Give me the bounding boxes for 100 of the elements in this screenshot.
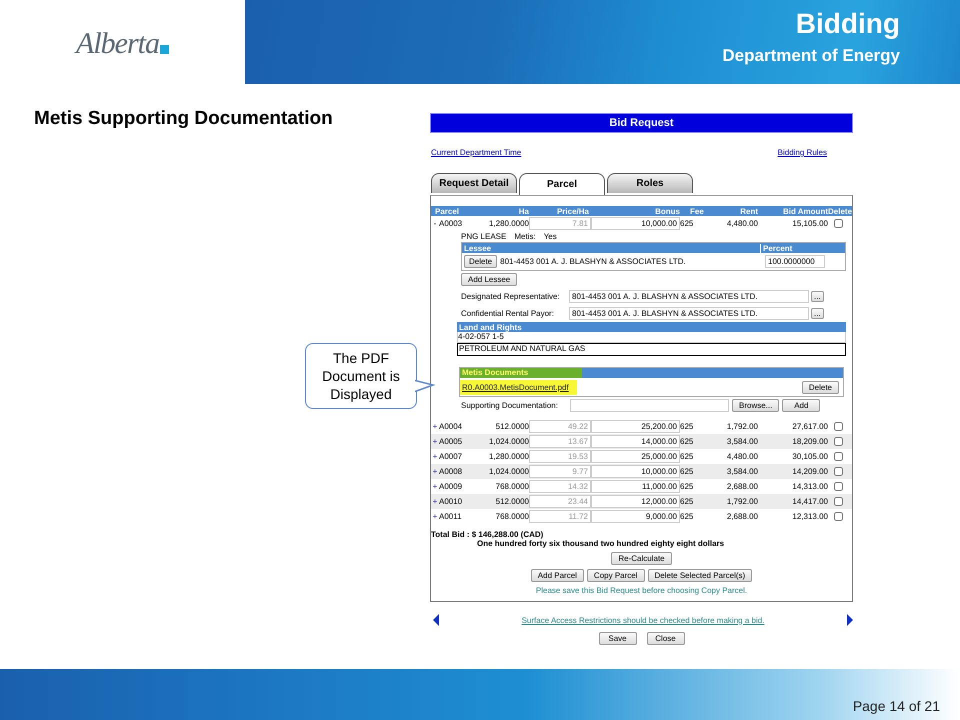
note-text: Please save this Bid Request before choosing Copy Parcel. (534, 586, 748, 595)
bonus-field[interactable]: 10,000.00 (591, 465, 680, 478)
table-cell-text: 2,688.00 (726, 512, 758, 521)
section-header: Metis Documents (460, 368, 582, 378)
checkbox[interactable] (834, 452, 843, 461)
bonus-field[interactable]: 25,000.00 (591, 450, 680, 463)
column-header: Fee (689, 206, 705, 216)
button[interactable]: Add Parcel (530, 569, 584, 582)
metis-label: Metis: (514, 232, 536, 240)
table-cell-text: 18,209.00 (791, 437, 828, 446)
table-cell-text: A0004 (439, 422, 464, 431)
bonus-field[interactable]: 9,000.00 (591, 510, 680, 523)
expand-toggle[interactable]: + (431, 437, 439, 446)
callout-pointer-icon (415, 379, 435, 393)
table-cell-text: 625 (680, 482, 694, 491)
table-cell-text: 1,024.0000 (488, 437, 529, 446)
table-cell-text: 2,688.00 (726, 482, 758, 491)
table-cell-text: 1,792.00 (726, 422, 758, 431)
lessee-name: 801-4453 001 A. J. BLASHYN & ASSOCIATES LTD. (500, 257, 687, 266)
table-cell-text: 12,313.00 (791, 512, 828, 521)
expand-toggle[interactable]: + (431, 422, 439, 431)
column-header: Ha (518, 206, 529, 216)
checkbox[interactable] (834, 482, 843, 491)
button[interactable]: Close (646, 632, 684, 645)
link[interactable]: Bidding Rules (778, 148, 827, 173)
field-label: Supporting Documentation: (461, 401, 559, 410)
link[interactable]: Surface Access Restrictions should be checked before making a bid. (522, 616, 764, 624)
table-cell-text: 625 (680, 422, 694, 431)
table-cell-text: A0003 (439, 219, 464, 228)
bonus-field[interactable]: 12,000.00 (591, 495, 680, 508)
expand-toggle[interactable]: + (431, 452, 439, 461)
button[interactable]: Save (598, 632, 636, 645)
table-cell-text: 3,584.00 (726, 467, 758, 476)
button[interactable]: Re-Calculate (611, 552, 672, 565)
tab[interactable]: Parcel (519, 173, 605, 195)
column-header: Rent (739, 206, 758, 216)
table-cell-text: 512.0000 (494, 422, 529, 431)
column-header: Price/Ha (556, 206, 590, 216)
table-cell-text: 30,105.00 (791, 452, 828, 461)
file-link[interactable]: R0.A0003.MetisDocument.pdf (460, 380, 577, 394)
left-arrow-icon (433, 614, 439, 626)
table-cell-text: 14,417.00 (791, 497, 828, 506)
total-words: One hundred forty six thousand two hundred eighty eight dollars (476, 539, 726, 548)
button[interactable]: Delete (464, 255, 498, 268)
section-header: Land and Rights (457, 322, 846, 332)
table-cell-text: 14,209.00 (791, 467, 828, 476)
input-field[interactable]: 801-4453 001 A. J. BLASHYN & ASSOCIATES LTD. (569, 306, 809, 320)
table-cell-text: 3,584.00 (726, 437, 758, 446)
button[interactable]: Browse... (732, 399, 780, 412)
link[interactable]: Current Department Time (431, 148, 522, 173)
checkbox[interactable] (834, 219, 843, 228)
button[interactable]: ... (811, 308, 824, 318)
checkbox[interactable] (834, 467, 843, 476)
app-title-bar: Bid Request (430, 113, 853, 133)
button[interactable]: Copy Parcel (586, 569, 644, 582)
slide-title: Metis Supporting Documentation (34, 108, 334, 130)
table-cell-text: A0007 (439, 452, 464, 461)
checkbox[interactable] (834, 497, 843, 506)
column-header: Delete (828, 206, 852, 216)
tab[interactable]: Roles (607, 173, 693, 193)
right-arrow-icon (846, 614, 853, 626)
callout: The PDF Document is Displayed (305, 343, 417, 409)
table-cell-text: 625 (680, 437, 694, 446)
expand-toggle[interactable]: + (431, 512, 439, 521)
button[interactable]: Add (782, 399, 820, 412)
expand-toggle[interactable]: - (431, 219, 439, 228)
table-cell-text: 625 (680, 512, 694, 521)
checkbox[interactable] (834, 437, 843, 446)
bonus-field[interactable]: 14,000.00 (591, 435, 680, 448)
bonus-field[interactable]: 11,000.00 (591, 480, 680, 493)
percent-header: Percent (760, 244, 845, 252)
checkbox[interactable] (834, 422, 843, 431)
input-field[interactable]: 801-4453 001 A. J. BLASHYN & ASSOCIATES LTD. (569, 290, 809, 302)
column-header: Parcel (434, 206, 460, 216)
lease-type: PNG LEASE (461, 232, 506, 240)
table-cell-text: 1,792.00 (726, 497, 758, 506)
expand-toggle[interactable]: + (431, 482, 439, 491)
table-cell-text: 1,024.0000 (488, 467, 529, 476)
percent-field[interactable]: 100.0000000 (765, 255, 825, 268)
button[interactable]: Delete (802, 380, 839, 394)
table-cell-text: 1,280.0000 (488, 452, 529, 461)
table-cell-text: 1,280.0000 (488, 219, 529, 228)
square-icon (160, 44, 169, 54)
bonus-field[interactable]: 10,000.00 (591, 217, 680, 230)
tab[interactable]: Request Detail (431, 173, 517, 193)
bonus-field[interactable]: 25,200.00 (591, 420, 680, 433)
lessee-header: Lessee (463, 244, 492, 252)
table-cell-text: 625 (680, 219, 694, 228)
button[interactable]: ... (811, 290, 824, 302)
table-cell-text: 4,480.00 (726, 219, 758, 228)
table-cell-text: 768.0000 (494, 512, 529, 521)
expand-toggle[interactable]: + (431, 497, 439, 506)
button[interactable]: Delete Selected Parcel(s) (648, 569, 752, 582)
field-label: Designated Representative: (461, 292, 561, 300)
expand-toggle[interactable]: + (431, 467, 439, 476)
file-field[interactable] (570, 399, 729, 412)
checkbox[interactable] (834, 512, 843, 521)
table-cell-text: 27,617.00 (791, 422, 828, 431)
button[interactable]: Add Lessee (461, 273, 518, 286)
total-bid: Total Bid : $ 146,288.00 (CAD) (431, 530, 544, 539)
